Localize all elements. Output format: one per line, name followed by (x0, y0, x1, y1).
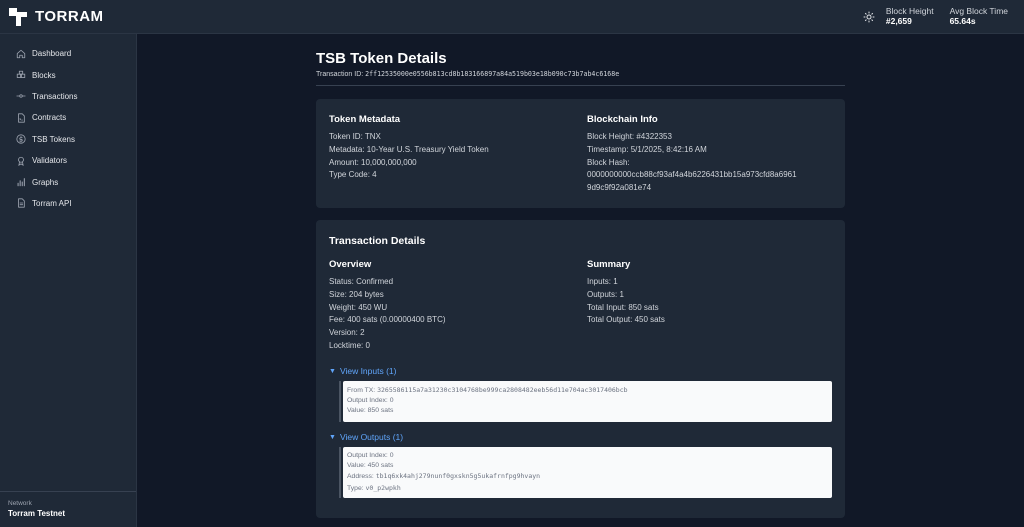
transaction-id-label: Transaction ID: (316, 71, 366, 78)
input-item: From TX: 3265586115a7a31230c3104768be999… (343, 381, 832, 422)
sidebar-item-graphs[interactable]: Graphs (0, 171, 136, 192)
stat-value: 65.64s (949, 16, 976, 26)
sidebar-item-label: Validators (32, 156, 67, 166)
output-type: Type: v0_p2wpkh (347, 483, 832, 494)
output-address-label: Address: (347, 473, 376, 481)
view-outputs-toggle[interactable]: ▼ View Outputs (1) (329, 432, 403, 442)
sidebar-item-label: Dashboard (32, 49, 72, 59)
view-inputs-label: View Inputs (1) (339, 366, 397, 376)
sidebar-item-label: Transactions (32, 91, 78, 101)
avg-block-time-stat: Avg Block Time 65.64s (949, 6, 1008, 27)
input-value: Value: 850 sats (347, 407, 394, 415)
summary-outputs: Outputs: 1 (587, 289, 624, 299)
triangle-down-icon: ▼ (329, 433, 336, 441)
summary-inputs: Inputs: 1 (587, 277, 618, 286)
token-icon (16, 134, 26, 144)
output-address: Address: tb1q6xk4ahj279nunf0gxskn5g5ukaf… (347, 471, 832, 482)
theme-toggle-sun-icon[interactable] (862, 10, 876, 24)
blockchain-info-section: Blockchain Info Block Height: #4322353 T… (587, 114, 837, 195)
sidebar-item-label: Graphs (32, 177, 59, 187)
sidebar-item-contracts[interactable]: Contracts (0, 107, 136, 128)
tx-version: Version: 2 (329, 328, 365, 338)
overview-heading: Overview (329, 259, 372, 270)
network-info: Network Torram Testnet (0, 491, 136, 527)
sidebar-item-validators[interactable]: Validators (0, 150, 136, 171)
timestamp: Timestamp: 5/1/2025, 8:42:16 AM (587, 144, 707, 154)
block-height-stat: Block Height #2,659 (885, 6, 934, 27)
transaction-id-value: 2ff12535000e0556b813cd8b183166897a84a519… (365, 70, 620, 78)
blockchain-info-heading: Blockchain Info (587, 114, 658, 125)
network-value: Torram Testnet (8, 509, 66, 518)
transaction-id: Transaction ID: 2ff12535000e0556b813cd8b… (316, 70, 846, 78)
network-label: Network (8, 500, 32, 507)
output-address-value: tb1q6xk4ahj279nunf0gxskn5g5ukafrnfpg9hva… (375, 472, 541, 481)
token-id: Token ID: TNX (329, 132, 381, 141)
outputs-detail: Output Index: 0 Value: 450 sats Address:… (339, 447, 832, 498)
input-from-tx-value: 3265586115a7a31230c3104768be999ca2808482… (377, 386, 628, 394)
blocks-icon (16, 70, 26, 78)
overview-section: Overview Status: Confirmed Size: 204 byt… (329, 259, 579, 353)
contract-icon (18, 113, 25, 123)
logo[interactable]: TORRAM (9, 7, 104, 26)
main-content: TSB Token Details Transaction ID: 2ff125… (316, 34, 846, 518)
sidebar-item-blocks[interactable]: Blocks (0, 64, 136, 85)
sidebar-item-dashboard[interactable]: Dashboard (0, 43, 136, 64)
title-divider (316, 85, 845, 86)
validator-icon (18, 156, 24, 166)
triangle-down-icon: ▼ (329, 367, 336, 375)
token-metadata-heading: Token Metadata (329, 114, 401, 125)
input-from-tx: From TX: 3265586115a7a31230c3104768be999… (347, 385, 832, 396)
output-type-value: v0_p2wpkh (365, 483, 401, 492)
view-inputs-toggle[interactable]: ▼ View Inputs (1) (329, 366, 396, 376)
block-hash-label: Block Hash: (587, 157, 630, 167)
token-metadata: Metadata: 10-Year U.S. Treasury Yield To… (329, 144, 489, 154)
page-title: TSB Token Details (316, 50, 447, 67)
token-amount: Amount: 10,000,000,000 (329, 157, 417, 167)
summary-total-output: Total Output: 450 sats (587, 315, 665, 325)
tx-weight: Weight: 450 WU (329, 302, 388, 312)
block-height: Block Height: #4322353 (587, 132, 672, 141)
summary-heading: Summary (587, 259, 631, 270)
output-value: Value: 450 sats (347, 462, 394, 470)
transactions-icon (16, 94, 26, 99)
summary-section: Summary Inputs: 1 Outputs: 1 Total Input… (587, 259, 837, 327)
view-outputs-label: View Outputs (1) (339, 432, 404, 442)
input-output-index: Output Index: 0 (347, 397, 394, 405)
document-icon (18, 198, 25, 209)
token-type-code: Type Code: 4 (329, 170, 377, 180)
tx-size: Size: 204 bytes (329, 289, 384, 299)
chart-icon (17, 178, 25, 187)
sidebar-item-label: TSB Tokens (32, 134, 75, 144)
stat-value: #2,659 (885, 16, 912, 26)
inputs-detail: From TX: 3265586115a7a31230c3104768be999… (339, 381, 832, 422)
input-from-tx-label: From TX: (347, 387, 378, 394)
block-hash-value: 0000000000ccb88cf93af4a4b6226431bb15a973… (587, 170, 797, 180)
token-info-card: Token Metadata Token ID: TNX Metadata: 1… (316, 99, 845, 208)
tx-fee: Fee: 400 sats (0.00000400 BTC) (329, 315, 446, 325)
transaction-details-heading: Transaction Details (329, 235, 426, 247)
transaction-details-card: Transaction Details Overview Status: Con… (316, 220, 845, 518)
sidebar: Dashboard Blocks Transactions Contracts … (0, 34, 137, 527)
token-metadata-section: Token Metadata Token ID: TNX Metadata: 1… (329, 114, 579, 182)
sidebar-item-transactions[interactable]: Transactions (0, 86, 136, 107)
output-item: Output Index: 0 Value: 450 sats Address:… (343, 447, 832, 498)
sidebar-item-label: Contracts (32, 113, 67, 123)
block-hash-value-cont: 9d9c9f92a081e74 (587, 183, 652, 193)
sidebar-item-label: Torram API (32, 198, 72, 208)
sidebar-nav: Dashboard Blocks Transactions Contracts … (0, 34, 136, 214)
torram-logo-icon (9, 7, 27, 26)
top-bar: TORRAM Block Height #2,659 Avg Block Tim… (0, 0, 1024, 34)
output-type-label: Type: (347, 484, 366, 492)
sidebar-item-tsb-tokens[interactable]: TSB Tokens (0, 129, 136, 150)
logo-text: TORRAM (35, 8, 104, 25)
tx-locktime: Locktime: 0 (329, 340, 370, 350)
tx-status: Status: Confirmed (329, 277, 394, 286)
sidebar-item-label: Blocks (32, 70, 56, 80)
sidebar-item-torram-api[interactable]: Torram API (0, 193, 136, 214)
home-icon (16, 49, 26, 58)
summary-total-input: Total Input: 850 sats (587, 302, 659, 312)
output-index: Output Index: 0 (347, 452, 394, 459)
